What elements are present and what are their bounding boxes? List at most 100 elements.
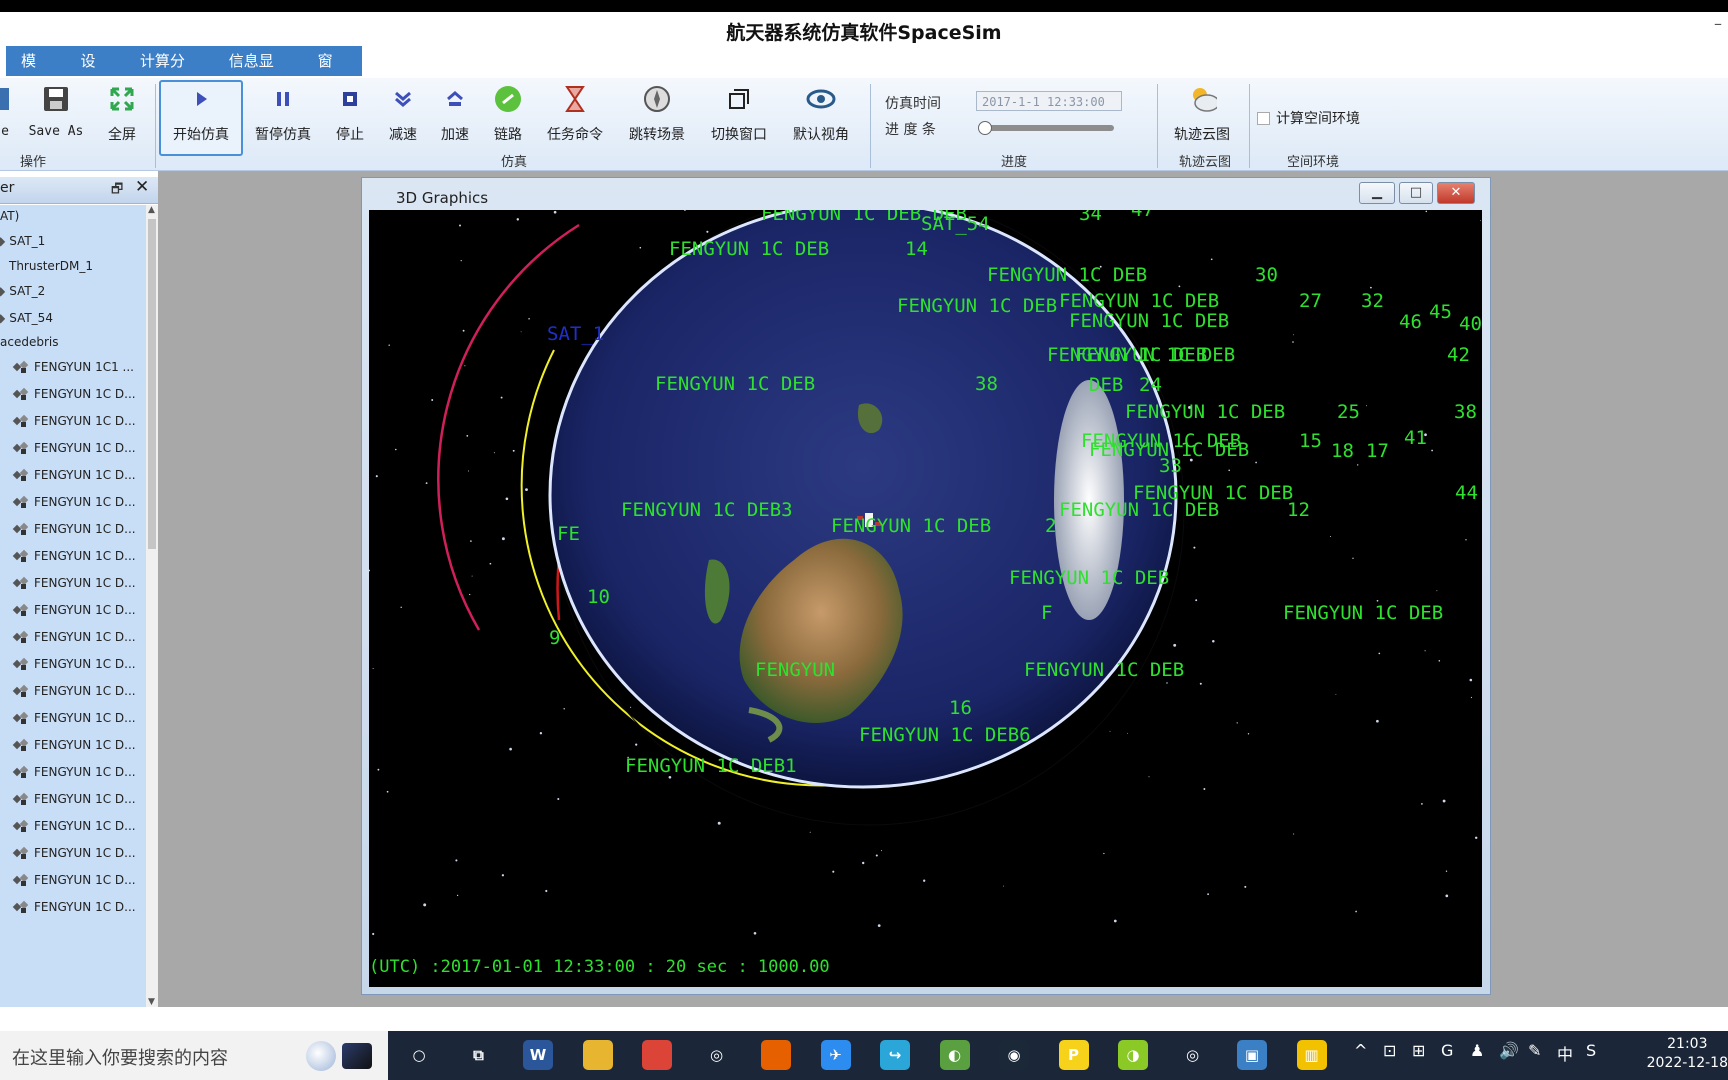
- tray-icon[interactable]: ^: [1354, 1041, 1367, 1060]
- tree-node-debris[interactable]: FENGYUN 1C D...: [12, 548, 136, 564]
- tree-node-sat-2[interactable]: ◆ SAT_2: [0, 284, 45, 298]
- 3d-viewport[interactable]: FENGYUN 1C DEB DEB SAT_54 34 47 FENGYUN 1C D…: [369, 210, 1482, 987]
- tree-node-root[interactable]: AT): [0, 209, 19, 223]
- window-maximize-button[interactable]: □: [1399, 182, 1433, 204]
- window-minimize-button[interactable]: ▁: [1359, 182, 1395, 204]
- minimize-icon[interactable]: –: [1714, 14, 1722, 33]
- task-view-icon[interactable]: ⧉: [464, 1040, 494, 1070]
- tree-node-debris[interactable]: FENGYUN 1C D...: [12, 737, 136, 753]
- chart-app-icon[interactable]: ▥: [1296, 1040, 1327, 1070]
- green-app-icon[interactable]: ◑: [1118, 1040, 1148, 1070]
- scroll-up-icon[interactable]: ▲: [148, 205, 155, 215]
- folder-icon[interactable]: [582, 1040, 613, 1070]
- cortana-icon[interactable]: ○: [404, 1040, 434, 1070]
- clock[interactable]: 21:03 2022-12-18: [1647, 1035, 1728, 1073]
- spacesim-app-icon[interactable]: ▣: [1237, 1040, 1267, 1070]
- globe-app-icon[interactable]: ◐: [939, 1040, 970, 1070]
- star: [1193, 546, 1196, 549]
- tree-node-debris[interactable]: FENGYUN 1C D...: [12, 818, 136, 834]
- tree-node-debris[interactable]: FENGYUN 1C D...: [12, 386, 136, 402]
- progress-slider[interactable]: [978, 121, 1114, 135]
- star: [372, 667, 374, 670]
- save-button[interactable]: e: [0, 82, 16, 152]
- tray-icon[interactable]: ⊞: [1412, 1041, 1425, 1060]
- trajectory-cloud-button[interactable]: 轨迹云图: [1168, 82, 1236, 152]
- star: [1438, 660, 1441, 662]
- float-panel-icon[interactable]: 🗗: [111, 180, 123, 202]
- tree-node-sat-1[interactable]: ◆ SAT_1: [0, 234, 45, 248]
- sim-time-field[interactable]: 2017-1-1 12:33:00: [976, 91, 1122, 111]
- aperture-icon[interactable]: ◎: [1178, 1040, 1208, 1070]
- speed-up-button[interactable]: 加速: [437, 82, 473, 152]
- tree-node-debris[interactable]: FENGYUN 1C D...: [12, 656, 136, 672]
- tree-node-space-debris[interactable]: acedebris: [0, 335, 58, 349]
- stop-button[interactable]: 停止: [332, 82, 368, 152]
- close-panel-icon[interactable]: ✕: [135, 177, 149, 197]
- tree-node-thruster[interactable]: ThrusterDM_1: [9, 259, 93, 273]
- tree-node-debris[interactable]: FENGYUN 1C D...: [12, 413, 136, 429]
- scroll-down-icon[interactable]: ▼: [148, 997, 155, 1007]
- tree-node-debris[interactable]: FENGYUN 1C D...: [12, 467, 136, 483]
- yellow-app-icon[interactable]: P: [1058, 1040, 1089, 1070]
- menu-settings[interactable]: 设置: [65, 46, 124, 100]
- default-view-button[interactable]: 默认视角: [788, 82, 854, 152]
- tree-node-debris[interactable]: FENGYUN 1C D...: [12, 791, 136, 807]
- space-env-checkbox[interactable]: 计算空间环境: [1257, 108, 1360, 128]
- chrome-icon[interactable]: [642, 1040, 672, 1070]
- tray-icon[interactable]: 中: [1557, 1041, 1573, 1065]
- tree-node-debris[interactable]: FENGYUN 1C D...: [12, 710, 136, 726]
- task-command-button[interactable]: 任务命令: [544, 82, 606, 152]
- tree-node-debris[interactable]: FENGYUN 1C D...: [12, 872, 136, 888]
- link-button[interactable]: 链路: [490, 82, 526, 152]
- menu-model[interactable]: 模型: [6, 46, 65, 100]
- firefox-icon[interactable]: [761, 1040, 791, 1070]
- menu-info-display[interactable]: 信息显示: [214, 46, 303, 100]
- slow-down-button[interactable]: 减速: [385, 82, 421, 152]
- tree-node-debris[interactable]: FENGYUN 1C1 ...: [12, 359, 134, 375]
- sim-time-label: 仿真时间: [885, 96, 941, 112]
- panel-scrollbar[interactable]: ▲ ▼: [146, 205, 158, 1007]
- share-app-icon[interactable]: ↪: [880, 1040, 910, 1070]
- search-input[interactable]: 在这里输入你要搜索的内容: [12, 1044, 228, 1070]
- scroll-thumb[interactable]: [148, 219, 156, 549]
- menu-window[interactable]: 窗口: [303, 46, 362, 100]
- tree-node-label: SAT_54: [9, 311, 53, 325]
- tray-icon[interactable]: G: [1441, 1041, 1453, 1060]
- tray-icon[interactable]: 🔊: [1499, 1041, 1519, 1060]
- window-close-button[interactable]: ✕: [1437, 182, 1475, 204]
- jump-scene-button[interactable]: 跳转场景: [624, 82, 690, 152]
- tree-node-debris[interactable]: FENGYUN 1C D...: [12, 899, 136, 915]
- object-label: FE: [557, 523, 580, 545]
- graphics-window-title: 3D Graphics: [396, 189, 489, 207]
- taskbar-search[interactable]: 在这里输入你要搜索的内容: [0, 1031, 388, 1080]
- switch-window-button[interactable]: 切换窗口: [706, 82, 772, 152]
- save-as-button[interactable]: Save As: [26, 82, 86, 152]
- tray-icon[interactable]: S: [1586, 1041, 1596, 1060]
- tree-node-debris[interactable]: FENGYUN 1C D...: [12, 764, 136, 780]
- tree-node-debris[interactable]: FENGYUN 1C D...: [12, 440, 136, 456]
- checkbox-box[interactable]: [1257, 111, 1270, 125]
- start-sim-button[interactable]: 开始仿真: [159, 80, 243, 156]
- trajectory-cloud-label: 轨迹云图: [1174, 127, 1230, 143]
- tray-icon[interactable]: ⊡: [1383, 1041, 1396, 1060]
- menu-analysis[interactable]: 计算分析: [125, 46, 214, 100]
- progress-slider-knob[interactable]: [978, 121, 992, 135]
- spiral-app-icon[interactable]: ◎: [702, 1040, 732, 1070]
- bird-app-icon[interactable]: ✈: [820, 1040, 851, 1070]
- star: [1366, 405, 1367, 407]
- tree-node-debris[interactable]: FENGYUN 1C D...: [12, 845, 136, 861]
- steam-icon[interactable]: ◉: [999, 1040, 1029, 1070]
- tree-node-debris[interactable]: FENGYUN 1C D...: [12, 575, 136, 591]
- 3d-scene[interactable]: FENGYUN 1C DEB DEB SAT_54 34 47 FENGYUN 1C D…: [369, 210, 1482, 987]
- tree-node-debris[interactable]: FENGYUN 1C D...: [12, 602, 136, 618]
- tray-icon[interactable]: ✎: [1528, 1041, 1541, 1060]
- tree-node-debris[interactable]: FENGYUN 1C D...: [12, 683, 136, 699]
- fullscreen-button[interactable]: 全屏: [100, 82, 144, 152]
- tree-node-debris[interactable]: FENGYUN 1C D...: [12, 494, 136, 510]
- word-icon[interactable]: W: [523, 1040, 553, 1070]
- pause-sim-button[interactable]: 暂停仿真: [250, 82, 316, 152]
- tree-node-sat-54[interactable]: ◆ SAT_54: [0, 311, 53, 325]
- tray-icon[interactable]: ♟: [1470, 1041, 1484, 1060]
- tree-node-debris[interactable]: FENGYUN 1C D...: [12, 629, 136, 645]
- tree-node-debris[interactable]: FENGYUN 1C D...: [12, 521, 136, 537]
